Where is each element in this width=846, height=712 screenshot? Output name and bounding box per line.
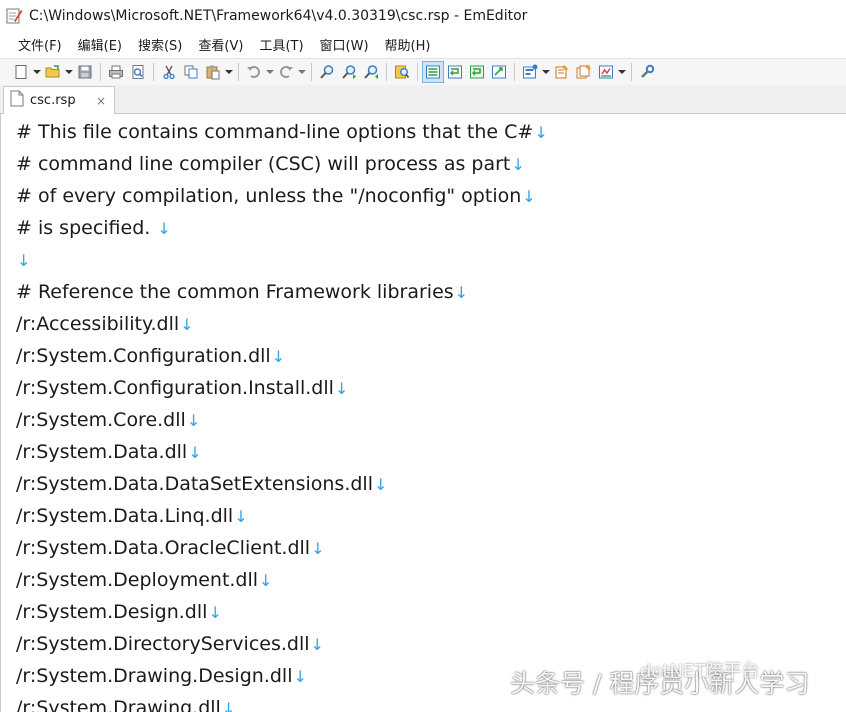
toolbar <box>0 58 846 85</box>
new-file-icon[interactable] <box>10 61 32 83</box>
menu-bar: 文件(F) 编辑(E) 搜索(S) 查看(V) 工具(T) 窗口(W) 帮助(H… <box>0 31 846 58</box>
editor-line: # This file contains command-line option… <box>16 121 548 143</box>
open-dropdown-icon[interactable] <box>64 61 74 83</box>
editor-line: /r:System.Drawing.dll↓ <box>16 692 235 712</box>
newline-marker-icon: ↓ <box>522 187 536 206</box>
toolbar-separator <box>311 63 312 81</box>
tab-label: csc.rsp <box>30 93 76 108</box>
newline-marker-icon: ↓ <box>180 315 194 334</box>
open-folder-icon[interactable] <box>42 61 64 83</box>
text-editor[interactable]: # This file contains command-line option… <box>0 114 846 712</box>
copy-icon[interactable] <box>180 61 202 83</box>
editor-line: # is specified. ↓ <box>16 217 171 239</box>
print-icon[interactable] <box>105 61 127 83</box>
editor-line: /r:System.Design.dll↓ <box>16 601 222 623</box>
paste-dropdown-icon[interactable] <box>224 61 234 83</box>
newline-marker-icon: ↓ <box>511 155 525 174</box>
wrap-by-chars-icon[interactable] <box>444 61 466 83</box>
menu-help[interactable]: 帮助(H) <box>377 35 439 54</box>
menu-view[interactable]: 查看(V) <box>190 35 251 54</box>
menu-edit[interactable]: 编辑(E) <box>70 35 130 54</box>
editor-line: /r:System.Configuration.Install.dll↓ <box>16 377 349 399</box>
tab-strip: csc.rsp × <box>0 85 846 114</box>
toolbar-separator <box>386 63 387 81</box>
properties-icon[interactable] <box>551 61 573 83</box>
close-icon[interactable]: × <box>96 94 106 108</box>
newline-marker-icon: ↓ <box>311 539 325 558</box>
newline-marker-icon: ↓ <box>208 603 222 622</box>
customize-icon[interactable] <box>636 61 658 83</box>
editor-line: # Reference the common Framework librari… <box>16 281 469 303</box>
editor-line: /r:System.Data.OracleClient.dll↓ <box>16 537 325 559</box>
newline-marker-icon: ↓ <box>373 475 388 494</box>
editor-line: /r:System.DirectoryServices.dll↓ <box>16 633 324 655</box>
menu-search[interactable]: 搜索(S) <box>130 35 190 54</box>
newline-marker-icon: ↓ <box>271 347 286 366</box>
document-icon <box>10 90 24 111</box>
editor-line: /r:System.Data.Linq.dll↓ <box>16 505 248 527</box>
find-next-icon[interactable] <box>338 61 360 83</box>
newline-marker-icon: ↓ <box>188 443 202 462</box>
newline-marker-icon: ↓ <box>157 219 171 238</box>
newline-marker-icon: ↓ <box>17 251 31 270</box>
toolbar-separator <box>417 63 418 81</box>
markers-icon[interactable] <box>519 61 541 83</box>
editor-line: /r:System.Core.dll↓ <box>16 409 201 431</box>
find-icon[interactable] <box>316 61 338 83</box>
editor-line: /r:System.Drawing.Design.dll↓ <box>16 665 307 687</box>
editor-line: /r:System.Data.dll↓ <box>16 441 202 463</box>
redo-icon[interactable] <box>275 61 297 83</box>
save-icon[interactable] <box>74 61 96 83</box>
undo-icon[interactable] <box>243 61 265 83</box>
macros-dropdown-icon[interactable] <box>617 61 627 83</box>
newline-marker-icon: ↓ <box>186 411 201 430</box>
emeditor-app-icon <box>5 7 23 25</box>
find-previous-icon[interactable] <box>360 61 382 83</box>
editor-line: /r:System.Deployment.dll↓ <box>16 569 273 591</box>
wrap-by-window-icon[interactable] <box>466 61 488 83</box>
newline-marker-icon: ↓ <box>334 379 349 398</box>
window-title: C:\Windows\Microsoft.NET\Framework64\v4.… <box>29 7 528 24</box>
newline-marker-icon: ↓ <box>234 507 248 526</box>
newline-marker-icon: ↓ <box>454 283 469 302</box>
editor-line: ↓ <box>16 244 30 276</box>
editor-line: # of every compilation, unless the "/noc… <box>16 185 536 207</box>
toolbar-separator <box>631 63 632 81</box>
cut-icon[interactable] <box>158 61 180 83</box>
editor-line: /r:System.Data.DataSetExtensions.dll↓ <box>16 473 388 495</box>
newline-marker-icon: ↓ <box>259 571 273 590</box>
paste-icon[interactable] <box>202 61 224 83</box>
print-preview-icon[interactable] <box>127 61 149 83</box>
title-bar: C:\Windows\Microsoft.NET\Framework64\v4.… <box>0 0 846 31</box>
tab-csc-rsp[interactable]: csc.rsp × <box>3 86 115 114</box>
toolbar-separator <box>514 63 515 81</box>
wrap-none-icon[interactable] <box>422 61 444 83</box>
newline-marker-icon: ↓ <box>310 635 324 654</box>
new-file-dropdown-icon[interactable] <box>32 61 42 83</box>
newline-marker-icon: ↓ <box>221 699 236 712</box>
markers-dropdown-icon[interactable] <box>541 61 551 83</box>
undo-dropdown-icon[interactable] <box>265 61 275 83</box>
macros-icon[interactable] <box>595 61 617 83</box>
wrap-by-page-icon[interactable] <box>488 61 510 83</box>
all-properties-icon[interactable] <box>573 61 595 83</box>
redo-dropdown-icon[interactable] <box>297 61 307 83</box>
editor-line: /r:Accessibility.dll↓ <box>16 313 194 335</box>
menu-file[interactable]: 文件(F) <box>10 35 70 54</box>
toolbar-separator <box>153 63 154 81</box>
editor-line: # command line compiler (CSC) will proce… <box>16 153 525 175</box>
menu-window[interactable]: 窗口(W) <box>312 35 377 54</box>
toolbar-separator <box>238 63 239 81</box>
newline-marker-icon: ↓ <box>293 667 307 686</box>
toolbar-separator <box>100 63 101 81</box>
find-in-files-icon[interactable] <box>391 61 413 83</box>
newline-marker-icon: ↓ <box>534 123 548 142</box>
editor-line: /r:System.Configuration.dll↓ <box>16 345 286 367</box>
menu-tools[interactable]: 工具(T) <box>251 35 311 54</box>
